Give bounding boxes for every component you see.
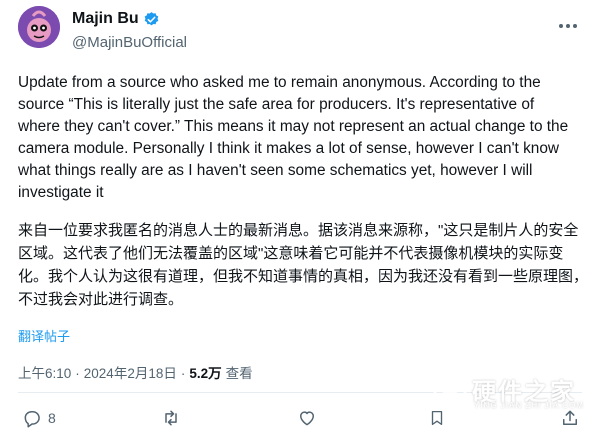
meta-separator: · xyxy=(180,366,186,381)
heart-icon xyxy=(300,411,314,426)
display-name[interactable]: Majin Bu xyxy=(72,10,139,28)
author-name-row[interactable]: Majin Bu xyxy=(72,10,160,28)
verified-badge-icon xyxy=(144,11,158,25)
share-button[interactable] xyxy=(560,408,580,428)
retweet-icon xyxy=(165,410,177,426)
share-icon xyxy=(563,410,577,425)
reply-button[interactable]: 8 xyxy=(22,408,56,428)
tweet-date[interactable]: 2024年2月18日 xyxy=(84,362,177,382)
meta-separator: · xyxy=(75,366,80,381)
tweet-text-chinese: 来自一位要求我匿名的消息人士的最新消息。据该消息来源称，"这只是制片人的安全区域… xyxy=(18,222,589,308)
avatar-image xyxy=(18,6,60,48)
views-count: 5.2万 xyxy=(189,366,222,381)
author-handle[interactable]: @MajinBuOfficial xyxy=(72,34,187,51)
views-label: 查看 xyxy=(225,366,253,381)
retweet-button[interactable] xyxy=(160,408,188,428)
watermark-logo xyxy=(432,376,468,421)
reply-count: 8 xyxy=(48,410,56,426)
reply-icon xyxy=(24,411,40,428)
tweet-text-english: Update from a source who asked me to rem… xyxy=(18,74,569,201)
watermark-subtext: YING JIAN ZHI JIA.COM xyxy=(474,401,584,410)
more-options-icon[interactable] xyxy=(558,14,578,32)
like-button[interactable] xyxy=(297,408,323,428)
tweet-meta: 上午6:10 · 2024年2月18日 · 5.2万 查看 xyxy=(18,362,253,382)
avatar[interactable] xyxy=(18,6,60,48)
translate-post-link[interactable]: 翻译帖子 xyxy=(18,326,70,345)
tweet-time[interactable]: 上午6:10 xyxy=(18,362,71,382)
